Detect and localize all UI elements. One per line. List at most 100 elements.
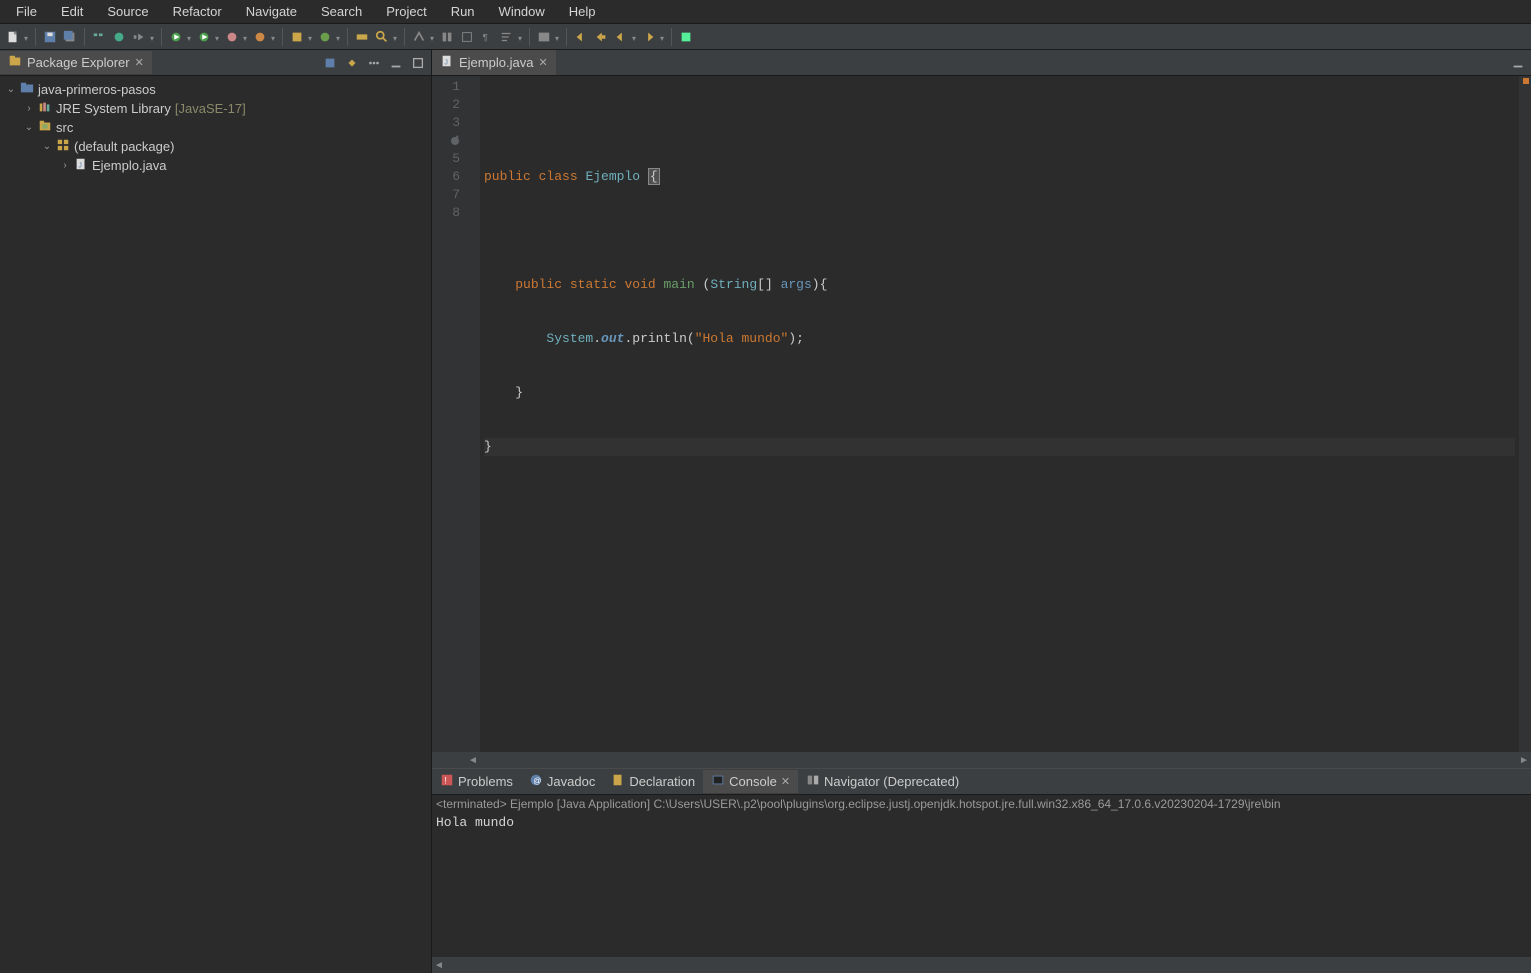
coverage-button[interactable] bbox=[223, 28, 241, 46]
back-button[interactable] bbox=[592, 28, 610, 46]
dropdown-icon[interactable]: ▾ bbox=[150, 34, 156, 40]
folding-gutter bbox=[466, 76, 480, 752]
toggle-wordwrap-button[interactable] bbox=[498, 28, 516, 46]
tree-jre[interactable]: › JRE System Library [JavaSE-17] bbox=[0, 99, 431, 118]
menu-window[interactable]: Window bbox=[487, 1, 557, 22]
dropdown-icon[interactable]: ▾ bbox=[660, 34, 666, 40]
menu-project[interactable]: Project bbox=[374, 1, 438, 22]
jre-version: [JavaSE-17] bbox=[175, 101, 246, 116]
run-button[interactable] bbox=[195, 28, 213, 46]
pin-editor-button[interactable] bbox=[677, 28, 695, 46]
save-button[interactable] bbox=[41, 28, 59, 46]
dropdown-icon[interactable]: ▾ bbox=[271, 34, 277, 40]
dropdown-icon[interactable]: ▾ bbox=[518, 34, 524, 40]
scroll-right-icon[interactable]: ► bbox=[1517, 755, 1531, 766]
menu-navigate[interactable]: Navigate bbox=[234, 1, 309, 22]
line-number: 5 bbox=[434, 150, 460, 168]
dropdown-icon[interactable]: ▾ bbox=[336, 34, 342, 40]
scroll-track[interactable] bbox=[480, 755, 1517, 765]
chevron-down-icon[interactable]: ⌄ bbox=[24, 122, 34, 133]
menu-edit[interactable]: Edit bbox=[49, 1, 95, 22]
scroll-left-icon[interactable]: ◄ bbox=[432, 960, 446, 971]
view-menu-button[interactable] bbox=[365, 54, 383, 72]
dropdown-icon[interactable]: ▾ bbox=[187, 34, 193, 40]
line-number: 7 bbox=[434, 186, 460, 204]
link-editor-button[interactable] bbox=[343, 54, 361, 72]
new-package-button[interactable] bbox=[288, 28, 306, 46]
dropdown-icon[interactable]: ▾ bbox=[215, 34, 221, 40]
package-explorer-tab[interactable]: Package Explorer ✕ bbox=[0, 51, 152, 74]
back-history-button[interactable] bbox=[612, 28, 630, 46]
code-editor[interactable]: 1 2 3 4 5 6 7 8 public class Ejemplo { p… bbox=[432, 76, 1531, 752]
code-content[interactable]: public class Ejemplo { public static voi… bbox=[480, 76, 1519, 752]
dropdown-icon[interactable]: ▾ bbox=[243, 34, 249, 40]
resume-button[interactable] bbox=[130, 28, 148, 46]
forward-button[interactable] bbox=[640, 28, 658, 46]
tree-package[interactable]: ⌄ (default package) bbox=[0, 137, 431, 156]
debug-button[interactable] bbox=[167, 28, 185, 46]
separator bbox=[529, 28, 530, 46]
tree-file[interactable]: › J Ejemplo.java bbox=[0, 156, 431, 175]
console-scrollbar[interactable]: ◄ bbox=[432, 957, 1531, 973]
run-marker-icon[interactable] bbox=[451, 137, 459, 145]
minimize-button[interactable] bbox=[387, 54, 405, 72]
tree-project[interactable]: ⌄ java-primeros-pasos bbox=[0, 80, 431, 99]
tab-problems[interactable]: ! Problems bbox=[432, 770, 521, 793]
dropdown-icon[interactable]: ▾ bbox=[24, 34, 30, 40]
collapse-all-button[interactable] bbox=[321, 54, 339, 72]
tree-src[interactable]: ⌄ src bbox=[0, 118, 431, 137]
editor-scrollbar[interactable]: ◄ ► bbox=[432, 752, 1531, 768]
svg-text:!: ! bbox=[444, 776, 446, 786]
svg-text:@: @ bbox=[533, 777, 541, 786]
external-tools-button[interactable] bbox=[251, 28, 269, 46]
save-all-button[interactable] bbox=[61, 28, 79, 46]
toggle-breadcrumb-button[interactable] bbox=[90, 28, 108, 46]
close-icon[interactable]: ✕ bbox=[781, 775, 790, 788]
tab-navigator[interactable]: Navigator (Deprecated) bbox=[798, 770, 967, 793]
minimize-button[interactable] bbox=[1509, 54, 1527, 72]
menu-run[interactable]: Run bbox=[439, 1, 487, 22]
chevron-down-icon[interactable]: ⌄ bbox=[42, 141, 52, 152]
search-button[interactable] bbox=[373, 28, 391, 46]
chevron-right-icon[interactable]: › bbox=[60, 160, 70, 171]
menu-search[interactable]: Search bbox=[309, 1, 374, 22]
skip-breakpoints-button[interactable] bbox=[110, 28, 128, 46]
menu-source[interactable]: Source bbox=[95, 1, 160, 22]
close-icon[interactable]: ✕ bbox=[135, 56, 144, 69]
scroll-left-icon[interactable]: ◄ bbox=[466, 755, 480, 766]
new-button[interactable] bbox=[4, 28, 22, 46]
tab-declaration[interactable]: Declaration bbox=[603, 770, 703, 793]
chevron-down-icon[interactable]: ⌄ bbox=[6, 84, 16, 95]
tab-console[interactable]: Console ✕ bbox=[703, 770, 798, 793]
dropdown-icon[interactable]: ▾ bbox=[393, 34, 399, 40]
chevron-right-icon[interactable]: › bbox=[24, 103, 34, 114]
dropdown-icon[interactable]: ▾ bbox=[430, 34, 436, 40]
show-whitespace-button[interactable]: ¶ bbox=[478, 28, 496, 46]
new-class-button[interactable] bbox=[316, 28, 334, 46]
last-edit-button[interactable] bbox=[572, 28, 590, 46]
console-icon bbox=[711, 773, 725, 790]
dropdown-icon[interactable]: ▾ bbox=[632, 34, 638, 40]
overview-ruler[interactable] bbox=[1519, 76, 1531, 752]
open-type-button[interactable] bbox=[353, 28, 371, 46]
editor-area: J Ejemplo.java ✕ 1 2 3 4 5 6 7 8 pu bbox=[432, 50, 1531, 973]
menu-help[interactable]: Help bbox=[557, 1, 608, 22]
maximize-button[interactable] bbox=[409, 54, 427, 72]
next-annotation-button[interactable] bbox=[535, 28, 553, 46]
toggle-mark-button[interactable] bbox=[410, 28, 428, 46]
editor-tab-ejemplo[interactable]: J Ejemplo.java ✕ bbox=[432, 50, 556, 75]
editor-minmax bbox=[1509, 54, 1527, 72]
menu-file[interactable]: File bbox=[4, 1, 49, 22]
toggle-block-button[interactable] bbox=[438, 28, 456, 46]
menu-refactor[interactable]: Refactor bbox=[161, 1, 234, 22]
close-icon[interactable]: ✕ bbox=[538, 56, 547, 69]
ruler-mark-icon bbox=[1523, 78, 1529, 84]
declaration-icon bbox=[611, 773, 625, 790]
console-output[interactable]: Hola mundo bbox=[432, 813, 1531, 957]
toggle-whitespace-button[interactable] bbox=[458, 28, 476, 46]
dropdown-icon[interactable]: ▾ bbox=[555, 34, 561, 40]
dropdown-icon[interactable]: ▾ bbox=[308, 34, 314, 40]
separator bbox=[84, 28, 85, 46]
scroll-track[interactable] bbox=[446, 960, 1531, 970]
tab-javadoc[interactable]: @ Javadoc bbox=[521, 770, 603, 793]
